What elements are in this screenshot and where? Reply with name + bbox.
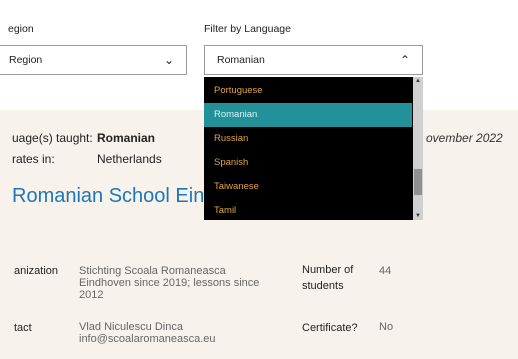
students-label-2: students	[302, 280, 344, 292]
operates-in-label: rates in:	[12, 152, 55, 166]
language-label: Filter by Language	[204, 23, 291, 35]
option-taiwanese[interactable]: Taiwanese	[204, 175, 412, 199]
language-dropdown-list[interactable]: Portuguese Romanian Russian Spanish Taiw…	[204, 77, 423, 220]
scroll-up-icon[interactable]: ▲	[415, 78, 421, 84]
option-portuguese[interactable]: Portuguese	[204, 79, 412, 103]
operates-in-value: Netherlands	[97, 152, 162, 166]
organization-line-3: 2012	[79, 289, 104, 301]
region-select[interactable]: Region ⌄	[0, 45, 187, 75]
language-select-value: Romanian	[217, 54, 265, 66]
language-select[interactable]: Romanian ⌃	[204, 45, 423, 75]
organization-line-1: Stichting Scoala Romaneasca	[79, 265, 226, 277]
chevron-down-icon: ⌄	[163, 53, 174, 67]
languages-taught-value: Romanian	[97, 131, 156, 145]
certificate-label: Certificate?	[302, 322, 358, 334]
dropdown-scrollbar[interactable]: ▲ ▼	[413, 77, 423, 220]
option-spanish[interactable]: Spanish	[204, 151, 412, 175]
organization-line-2: Eindhoven since 2019; lessons since	[79, 277, 260, 289]
date-text: ovember 2022	[426, 131, 503, 145]
contact-name: Vlad Niculescu Dinca	[79, 321, 183, 333]
region-label: egion	[8, 23, 34, 35]
region-select-value: Region	[9, 54, 43, 66]
contact-label: tact	[14, 322, 32, 334]
scroll-down-icon[interactable]: ▼	[415, 213, 421, 219]
certificate-value: No	[379, 321, 394, 333]
students-value: 44	[379, 265, 392, 277]
languages-taught-label: uage(s) taught:	[12, 131, 93, 145]
scrollbar-thumb[interactable]	[414, 169, 422, 195]
organization-label: anization	[14, 265, 59, 277]
option-russian[interactable]: Russian	[204, 127, 412, 151]
school-name[interactable]: Romanian School Ein	[12, 185, 204, 208]
option-romanian[interactable]: Romanian	[204, 103, 412, 127]
contact-email[interactable]: info@scoalaromaneasca.eu	[79, 333, 216, 345]
students-label-1: Number of	[302, 264, 354, 276]
option-tamil[interactable]: Tamil	[204, 199, 412, 220]
chevron-up-icon: ⌃	[399, 53, 410, 67]
